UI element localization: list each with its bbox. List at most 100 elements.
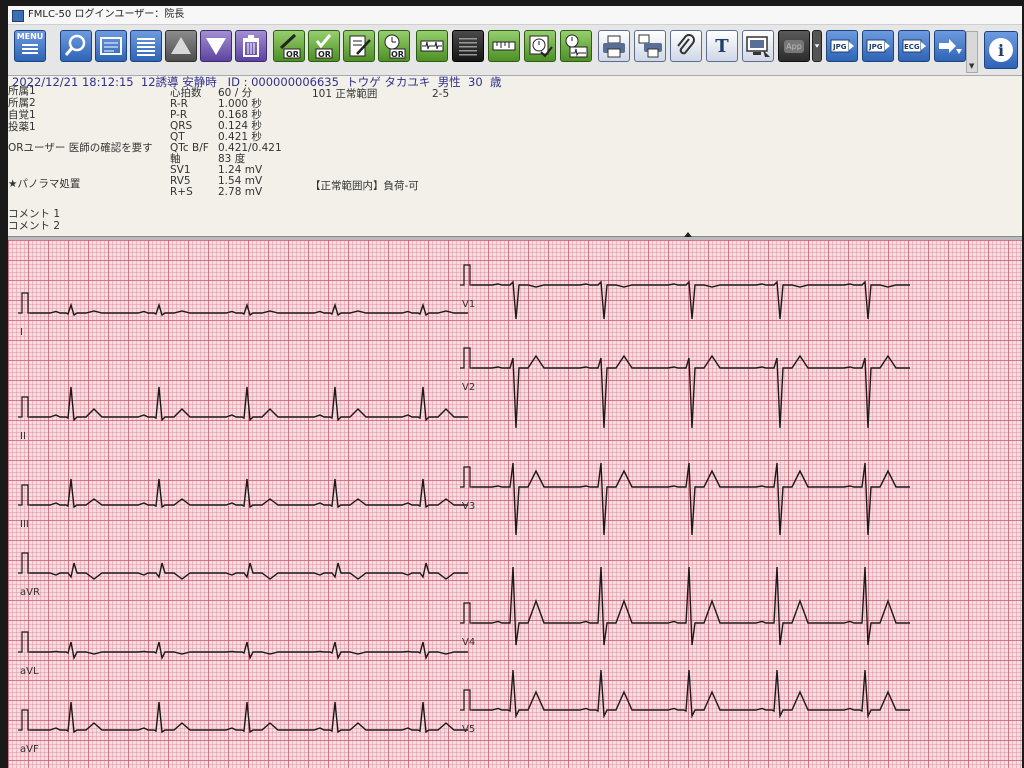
info-field-2: 所属2 <box>8 97 36 109</box>
delete-button[interactable] <box>235 30 267 62</box>
panorama-note: ★パノラマ処置 <box>8 178 81 190</box>
or-label: OR <box>318 50 331 59</box>
chevron-down-icon: ▼ <box>969 62 975 70</box>
calibration-pulse <box>18 552 30 574</box>
ecg-traces: IIIIIIaVRaVLaVFV1V2V3V4V5 <box>18 264 910 755</box>
lines-icon <box>459 38 477 56</box>
monitor-icon <box>746 36 770 57</box>
diagnosis-summary: 【正常範囲内】負荷-可 <box>310 180 419 192</box>
ecg-trace-V1 <box>472 280 910 320</box>
lead-label: III <box>20 519 29 530</box>
splitter-arrow-icon <box>684 232 692 237</box>
lead-label: I <box>20 327 23 338</box>
app-dropdown-arrow[interactable] <box>812 30 822 62</box>
diagnosis-code: 101 正常範囲 <box>312 88 378 100</box>
age-unit: 歳 <box>489 75 502 89</box>
app-icon: App <box>784 39 804 53</box>
lead-label: aVL <box>20 666 39 677</box>
ruler-icon <box>492 41 516 51</box>
edit-document-button[interactable] <box>343 30 375 62</box>
patient-info-panel: 2022/12/21 18:12:15 12誘導 安静時 ID : 000000… <box>8 76 1022 236</box>
arrow-down-icon <box>206 38 226 55</box>
ecg-label: ECG <box>904 43 920 51</box>
measure-value: 2.78 mV <box>218 186 263 198</box>
menu-button[interactable]: MENU <box>14 30 46 62</box>
ecg-trace-II <box>30 386 468 422</box>
export-jpg-icon: JPG <box>830 39 854 53</box>
comment-1: コメント 1 <box>8 208 61 220</box>
calibration-pulse <box>18 292 30 314</box>
print-button[interactable] <box>598 30 630 62</box>
waveform-compare-icon <box>420 40 444 52</box>
comment-2: コメント 2 <box>8 220 61 232</box>
clock-wave-icon <box>565 34 588 58</box>
calibration-pulse <box>460 466 472 488</box>
calibration-pulse <box>18 396 30 418</box>
ecg-trace-V3 <box>472 462 910 536</box>
info-field-4: 投薬1 <box>8 121 36 133</box>
clock-check-icon <box>529 35 553 58</box>
search-button[interactable] <box>60 30 92 62</box>
ecg-trace-aVR <box>30 562 468 580</box>
calibration-pulse <box>460 602 472 624</box>
attach-icon <box>677 34 695 55</box>
calibration-pulse <box>18 709 30 731</box>
transfer-button[interactable] <box>934 30 966 62</box>
list-icon <box>137 38 155 56</box>
chevron-down-icon <box>814 44 820 48</box>
app-button[interactable]: App <box>778 30 810 62</box>
header-line: 2022/12/21 18:12:15 12誘導 安静時 ID : 000000… <box>12 76 501 88</box>
lead-label: aVR <box>20 587 40 598</box>
monitor-button[interactable] <box>742 30 774 62</box>
calibration-pulse <box>460 689 472 711</box>
edit-document-icon <box>349 35 371 57</box>
export-ecg-icon: ECG <box>902 39 926 53</box>
print-copy-icon <box>638 34 662 58</box>
waveform-compare-button[interactable] <box>416 30 448 62</box>
window-title: FMLC-50 ログインユーザー：院長 <box>28 9 185 20</box>
export-jpg-2-button[interactable]: JPG <box>862 30 894 62</box>
lead-label: V1 <box>462 299 475 310</box>
info-field-3: 自覚1 <box>8 109 36 121</box>
calibration-pulse <box>460 347 472 369</box>
info-button[interactable]: i <box>984 31 1018 69</box>
print-icon <box>603 35 625 58</box>
toolbar-scroll[interactable]: ▼ <box>966 31 978 73</box>
sign-or-button[interactable]: OR <box>273 30 305 62</box>
ruler-button[interactable] <box>488 30 520 62</box>
card-button[interactable] <box>95 30 127 62</box>
previous-button[interactable] <box>165 30 197 62</box>
check-or-button[interactable]: OR <box>308 30 340 62</box>
list-button[interactable] <box>130 30 162 62</box>
card-icon <box>100 37 122 55</box>
clock-or-button[interactable]: OR <box>378 30 410 62</box>
ecg-viewer-window: FMLC-50 ログインユーザー：院長 MENU OR OR OR T App … <box>8 6 1022 768</box>
calibration-pulse <box>18 484 30 506</box>
clock-wave-button[interactable] <box>560 30 592 62</box>
patient-age: 30 <box>468 75 483 89</box>
lead-label: II <box>20 431 26 442</box>
trash-icon <box>243 35 259 57</box>
lead-label: aVF <box>20 744 39 755</box>
jpg-label: JPG <box>868 43 883 51</box>
ecg-waveform-area: I II III aVR aVL aVF V1 V2 V3 V4 V5 <box>8 240 1022 768</box>
text-icon: T <box>715 35 729 57</box>
calibration-pulse <box>18 631 30 653</box>
clock-check-button[interactable] <box>524 30 556 62</box>
title-bar: FMLC-50 ログインユーザー：院長 <box>8 6 1022 25</box>
text-button[interactable]: T <box>706 30 738 62</box>
export-jpg-button[interactable]: JPG <box>826 30 858 62</box>
next-button[interactable] <box>200 30 232 62</box>
ecg-trace-aVL <box>30 641 468 661</box>
jpg-label: JPG <box>832 43 847 51</box>
check-or-icon: OR <box>315 34 333 59</box>
export-ecg-button[interactable]: ECG <box>898 30 930 62</box>
app-logo-icon <box>12 10 24 22</box>
attach-button[interactable] <box>670 30 702 62</box>
transfer-icon <box>939 39 962 54</box>
lines-button[interactable] <box>452 30 484 62</box>
search-icon <box>64 34 86 56</box>
lead-label: V3 <box>462 501 475 512</box>
print-copy-button[interactable] <box>634 30 666 62</box>
calibration-pulse <box>460 264 472 286</box>
